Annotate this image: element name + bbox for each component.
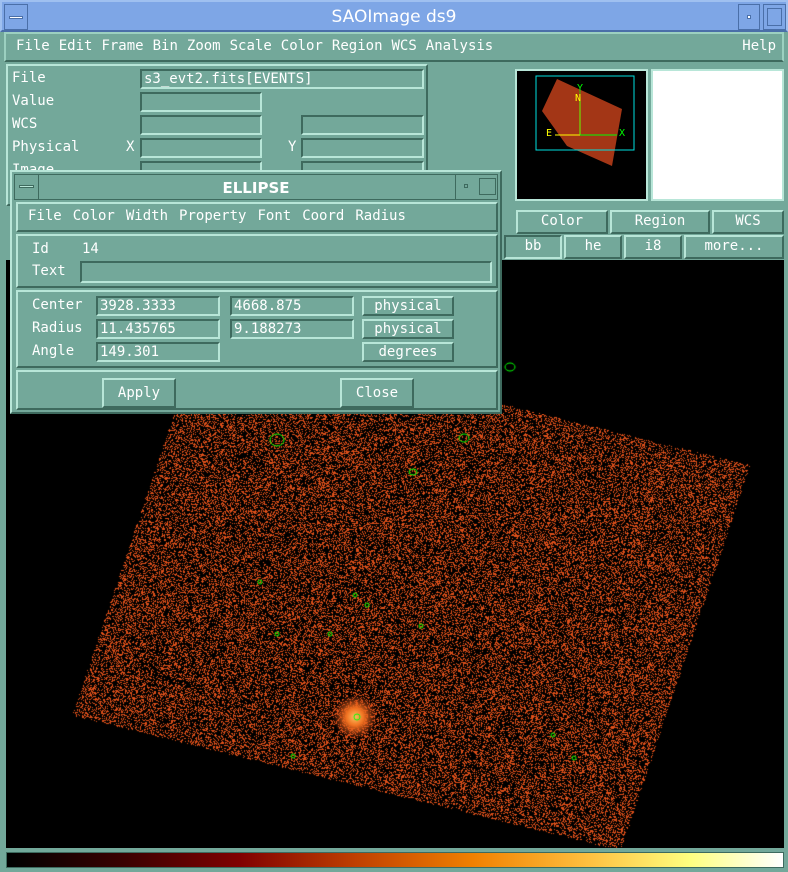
maximize-button[interactable] <box>763 4 786 30</box>
center-y-input[interactable]: 4668.875 <box>230 296 354 316</box>
magnifier <box>651 69 784 201</box>
file-label: File <box>12 70 46 86</box>
dialog-minimize-button[interactable] <box>455 175 477 199</box>
radius-label: Radius <box>32 320 83 336</box>
dialog-title-bar: ELLIPSE <box>14 174 498 200</box>
dialog-button-bar: Apply Close <box>16 370 498 410</box>
file-field: s3_evt2.fits[EVENTS] <box>140 69 424 89</box>
physical-y-label: Y <box>288 139 297 155</box>
geometry-section: Center 3928.3333 4668.875 physical Radiu… <box>16 290 498 368</box>
menu-analysis[interactable]: Analysis <box>426 34 493 60</box>
dialog-title: ELLIPSE <box>222 179 290 197</box>
menu-edit[interactable]: Edit <box>59 34 93 60</box>
center-x-input[interactable]: 3928.3333 <box>96 296 220 316</box>
button-color[interactable]: Color <box>516 210 608 234</box>
dialog-maximize-button[interactable] <box>479 178 496 195</box>
x-axis-label: X <box>619 128 626 139</box>
menu-help[interactable]: Help <box>742 34 776 60</box>
button-wcs[interactable]: WCS <box>712 210 784 234</box>
text-label: Text <box>32 263 66 279</box>
text-input[interactable] <box>80 261 492 283</box>
y-axis-label: Y <box>577 83 584 94</box>
angle-unit-button[interactable]: degrees <box>362 342 454 362</box>
window-title: SAOImage ds9 <box>331 7 457 27</box>
center-label: Center <box>32 297 83 313</box>
dialog-menu-radius[interactable]: Radius <box>355 204 406 230</box>
ellipse-dialog: ELLIPSE File Color Width Property Font C… <box>10 170 502 414</box>
wcs-label: WCS <box>12 116 38 132</box>
id-value: 14 <box>82 241 99 257</box>
east-label: E <box>546 128 553 139</box>
button-region[interactable]: Region <box>610 210 710 234</box>
panner[interactable]: N E X Y <box>515 69 648 201</box>
menu-file[interactable]: File <box>16 34 50 60</box>
radius-x-input[interactable]: 11.435765 <box>96 319 220 339</box>
button-he[interactable]: he <box>564 235 622 259</box>
value-label: Value <box>12 93 55 109</box>
colorbar[interactable] <box>6 852 784 868</box>
button-i8[interactable]: i8 <box>624 235 682 259</box>
minimize-button[interactable] <box>738 4 760 30</box>
dialog-menu-property[interactable]: Property <box>179 204 246 230</box>
menu-color[interactable]: Color <box>281 34 323 60</box>
id-label: Id <box>32 241 49 257</box>
angle-label: Angle <box>32 343 75 359</box>
dialog-menu-bar: File Color Width Property Font Coord Rad… <box>16 202 498 232</box>
wcs-y-field <box>301 115 424 135</box>
north-label: N <box>575 93 582 104</box>
dialog-menu-file[interactable]: File <box>28 204 62 230</box>
radius-y-input[interactable]: 9.188273 <box>230 319 354 339</box>
physical-x-field <box>140 138 262 158</box>
menu-wcs[interactable]: WCS <box>392 34 417 60</box>
physical-y-field <box>301 138 424 158</box>
physical-label: Physical <box>12 139 80 155</box>
apply-button[interactable]: Apply <box>102 378 176 408</box>
dialog-menu-coord[interactable]: Coord <box>302 204 344 230</box>
value-field <box>140 92 262 112</box>
angle-input[interactable]: 149.301 <box>96 342 220 362</box>
close-button[interactable]: Close <box>340 378 414 408</box>
button-bb[interactable]: bb <box>504 235 562 259</box>
dialog-menu-color[interactable]: Color <box>73 204 115 230</box>
menu-bin[interactable]: Bin <box>153 34 178 60</box>
center-unit-button[interactable]: physical <box>362 296 454 316</box>
menu-scale[interactable]: Scale <box>230 34 272 60</box>
menu-frame[interactable]: Frame <box>101 34 143 60</box>
id-text-section: Id 14 Text <box>16 234 498 288</box>
wcs-x-field <box>140 115 262 135</box>
main-menu-bar: File Edit Frame Bin Zoom Scale Color Reg… <box>4 32 784 62</box>
radius-unit-button[interactable]: physical <box>362 319 454 339</box>
menu-region[interactable]: Region <box>332 34 383 60</box>
dialog-menu-font[interactable]: Font <box>257 204 291 230</box>
title-bar: SAOImage ds9 <box>0 0 788 32</box>
menu-zoom[interactable]: Zoom <box>187 34 221 60</box>
dialog-menu-width[interactable]: Width <box>126 204 168 230</box>
button-more[interactable]: more... <box>684 235 784 259</box>
physical-x-label: X <box>126 139 135 155</box>
